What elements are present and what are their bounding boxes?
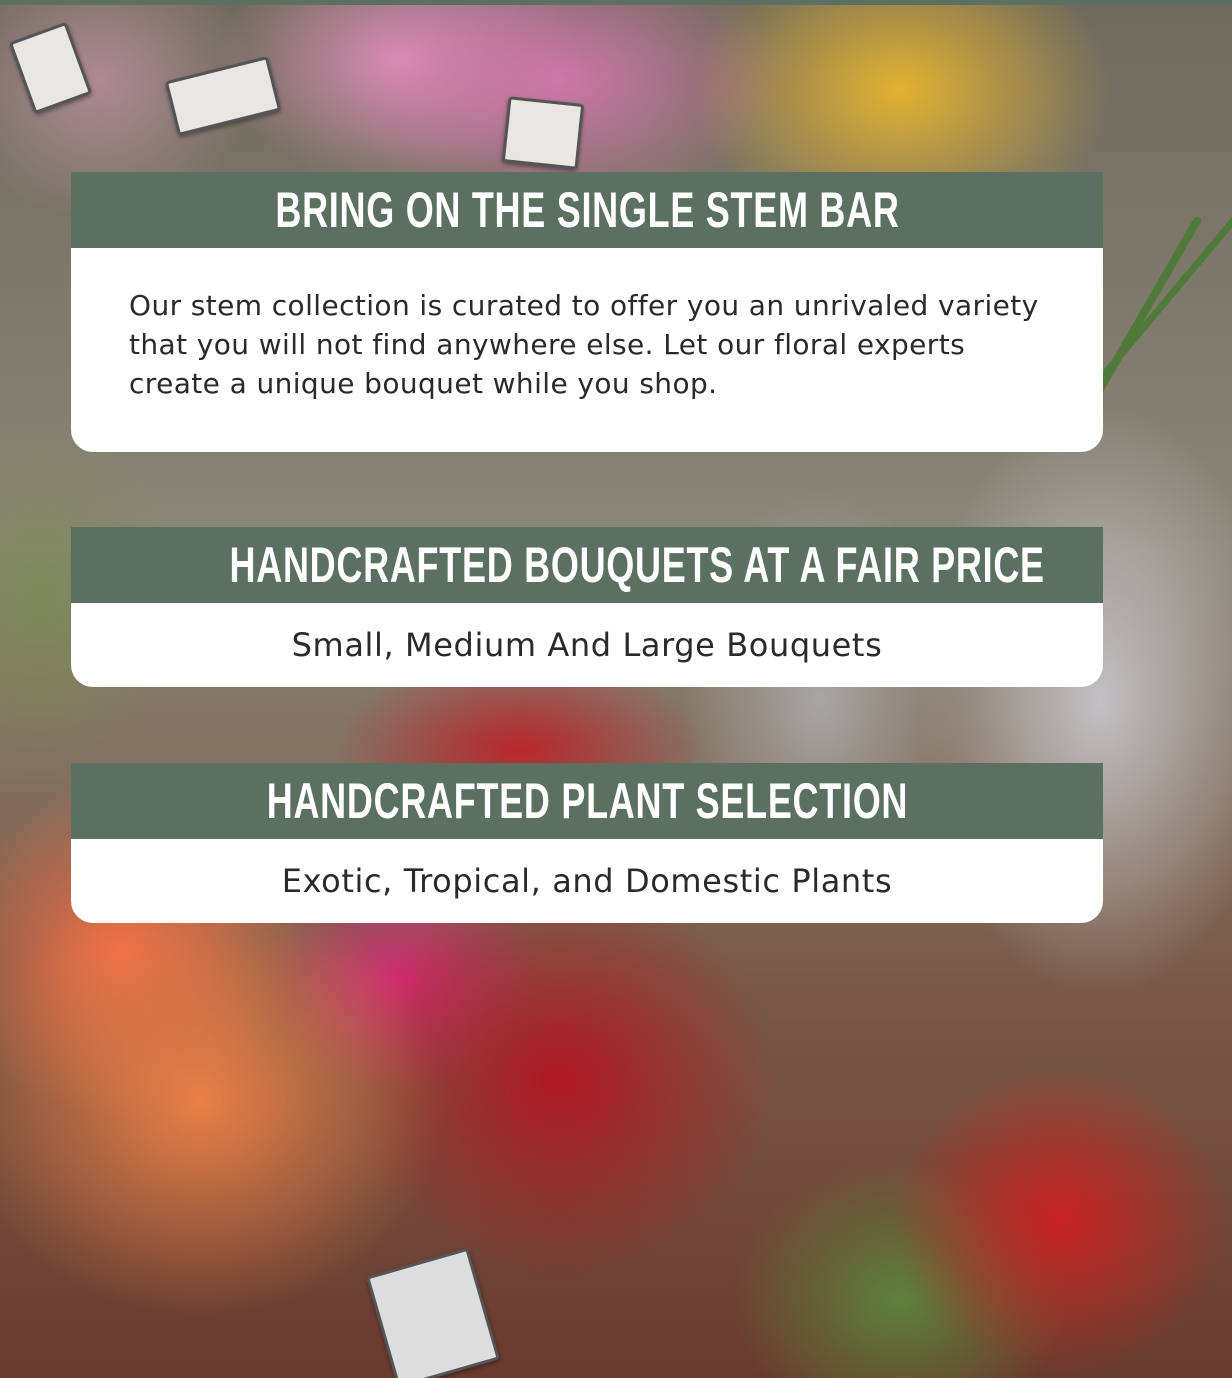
section-title: HANDCRAFTED PLANT SELECTION xyxy=(71,763,1103,839)
price-tag-sign xyxy=(164,56,282,136)
section-subtitle: Exotic, Tropical, and Domestic Plants xyxy=(71,839,1103,923)
section-description: Our stem collection is curated to offer … xyxy=(71,248,1103,452)
price-tag-sign xyxy=(501,96,585,170)
single-stem-bar-card: BRING ON THE SINGLE STEM BAR Our stem co… xyxy=(71,172,1103,452)
section-subtitle: Small, Medium And Large Bouquets xyxy=(71,603,1103,687)
top-accent-strip xyxy=(0,0,1232,5)
plant-selection-card: HANDCRAFTED PLANT SELECTION Exotic, Trop… xyxy=(71,763,1103,923)
price-tag-sign xyxy=(8,21,93,115)
price-tag-sign xyxy=(366,1247,500,1378)
section-title: BRING ON THE SINGLE STEM BAR xyxy=(71,172,1103,248)
section-title: HANDCRAFTED BOUQUETS AT A FAIR PRICE xyxy=(71,527,1103,603)
bouquets-card: HANDCRAFTED BOUQUETS AT A FAIR PRICE Sma… xyxy=(71,527,1103,687)
